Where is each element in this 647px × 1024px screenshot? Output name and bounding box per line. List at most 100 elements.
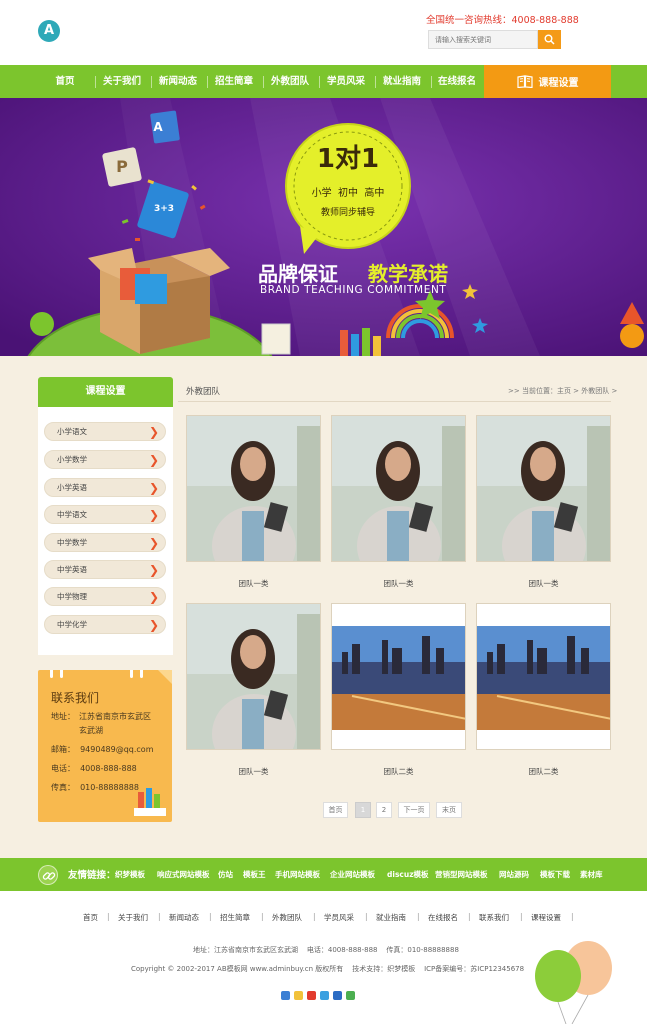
teacher-photo xyxy=(187,604,320,749)
chevron-right-icon: ❯ xyxy=(148,590,159,604)
teacher-photo xyxy=(477,416,610,561)
sidebar-item-primary-english[interactable]: 小学英语 ❯ xyxy=(44,478,166,497)
search-icon xyxy=(544,34,555,45)
nav-home[interactable]: 首页 xyxy=(42,65,88,98)
pagination-page-2[interactable]: 2 xyxy=(376,802,392,818)
team-card-caption[interactable]: 团队二类 xyxy=(476,766,611,777)
chevron-right-icon: ❯ xyxy=(148,563,159,577)
banner-badge-title: 1对1 xyxy=(316,144,380,174)
nav-news[interactable]: 新闻动态 xyxy=(152,65,204,98)
banner-badge-levels: 小学 初中 高中 xyxy=(311,188,385,199)
nav-teachers[interactable]: 外教团队 xyxy=(264,65,316,98)
breadcrumb[interactable]: >> 当前位置：主页 > 外教团队 > xyxy=(508,386,617,396)
friend-link[interactable]: 模板王 xyxy=(243,869,266,880)
nav-students[interactable]: 学员风采 xyxy=(320,65,372,98)
footer-nav-home[interactable]: 首页 xyxy=(83,912,98,923)
friend-link[interactable]: 模板下载 xyxy=(540,869,570,880)
share-renren-icon[interactable] xyxy=(333,991,342,1000)
pagination-page-1[interactable]: 1 xyxy=(355,802,371,818)
pagination-first[interactable]: 首页 xyxy=(323,802,348,818)
share-plus-icon[interactable] xyxy=(281,991,290,1000)
book-a-label: A xyxy=(153,120,163,134)
footer-nav-students[interactable]: 学员风采 xyxy=(324,912,354,923)
sidebar-item-label: 中学数学 xyxy=(57,538,87,547)
chevron-right-icon: ❯ xyxy=(148,508,159,522)
team-card[interactable] xyxy=(476,603,611,750)
sidebar-item-middle-chinese[interactable]: 中学语文 ❯ xyxy=(44,505,166,524)
footer-nav-course[interactable]: 课程设置 xyxy=(531,912,561,923)
nav-course-label: 课程设置 xyxy=(538,78,579,89)
sidebar-item-label: 中学化学 xyxy=(57,620,87,629)
share-wechat-icon[interactable] xyxy=(346,991,355,1000)
book-icon xyxy=(516,75,533,88)
contact-address-line1: 江苏省南京市玄武区 xyxy=(79,712,151,721)
friend-link[interactable]: 素材库 xyxy=(580,869,603,880)
friend-link[interactable]: 响应式网站模板 xyxy=(157,869,210,880)
footer-nav-about[interactable]: 关于我们 xyxy=(118,912,148,923)
banner-slogan-right: 教学承诺 xyxy=(368,262,448,286)
friend-link[interactable]: 织梦模板 xyxy=(115,869,145,880)
footer-nav-contact[interactable]: 联系我们 xyxy=(479,912,509,923)
pagination-last[interactable]: 末页 xyxy=(436,802,462,818)
contact-address-label: 地址： xyxy=(51,712,75,721)
friend-link[interactable]: 营销型网站模板 xyxy=(435,869,488,880)
sidebar-item-middle-chemistry[interactable]: 中学化学 ❯ xyxy=(44,615,166,634)
sidebar-item-label: 中学物理 xyxy=(57,592,87,601)
nav-course-button[interactable]: 课程设置 xyxy=(484,65,611,98)
team-card[interactable] xyxy=(331,415,466,562)
footer-nav-admission[interactable]: 招生简章 xyxy=(220,912,250,923)
share-weibo-icon[interactable] xyxy=(307,991,316,1000)
sidebar-item-label: 小学语文 xyxy=(57,427,87,436)
sidebar-menu: 小学语文 ❯ 小学数学 ❯ 小学英语 ❯ 中学语文 ❯ 中学数学 ❯ 中学英语 ❯ 中学物理… xyxy=(38,407,173,655)
nav-admission[interactable]: 招生简章 xyxy=(208,65,260,98)
team-card-caption[interactable]: 团队二类 xyxy=(331,766,466,777)
team-card-caption[interactable]: 团队一类 xyxy=(476,578,611,589)
team-card[interactable] xyxy=(476,415,611,562)
promo-banner[interactable]: A P 3+3 1对1 小学 初中 高中 教师同步辅导 品牌保证 教学承诺 BR… xyxy=(0,98,647,356)
contact-fax: 传真： 010-88888888 xyxy=(51,783,139,792)
nav-about[interactable]: 关于我们 xyxy=(96,65,148,98)
content-divider xyxy=(178,401,611,402)
nav-signup[interactable]: 在线报名 xyxy=(432,65,482,98)
contact-address-line2: 玄武湖 xyxy=(79,726,103,735)
sidebar-item-middle-english[interactable]: 中学英语 ❯ xyxy=(44,560,166,579)
content-title: 外教团队 xyxy=(186,387,221,397)
team-card[interactable] xyxy=(186,603,321,750)
share-qzone-icon[interactable] xyxy=(294,991,303,1000)
footer-nav-teachers[interactable]: 外教团队 xyxy=(272,912,302,923)
team-card-caption[interactable]: 团队一类 xyxy=(331,578,466,589)
search-button[interactable] xyxy=(538,30,561,49)
sidebar-item-label: 小学英语 xyxy=(57,483,87,492)
sidebar-item-primary-math[interactable]: 小学数学 ❯ xyxy=(44,450,166,469)
team-card[interactable] xyxy=(331,603,466,750)
search-input[interactable] xyxy=(428,30,538,49)
main-nav: 首页 关于我们 新闻动态 招生简章 外教团队 学员风采 就业指南 在线报名 课程… xyxy=(0,65,647,98)
chevron-right-icon: ❯ xyxy=(148,481,159,495)
footer-nav-jobs[interactable]: 就业指南 xyxy=(376,912,406,923)
contact-title: 联系我们 xyxy=(51,691,100,705)
sidebar-item-middle-math[interactable]: 中学数学 ❯ xyxy=(44,533,166,552)
chevron-right-icon: ❯ xyxy=(148,453,159,467)
team-card-caption[interactable]: 团队一类 xyxy=(186,578,321,589)
friend-link[interactable]: 仿站 xyxy=(218,869,233,880)
friend-link[interactable]: 企业网站模板 xyxy=(330,869,375,880)
footer-nav-signup[interactable]: 在线报名 xyxy=(428,912,458,923)
footer-nav-news[interactable]: 新闻动态 xyxy=(169,912,199,923)
friend-link[interactable]: discuz模板 xyxy=(387,869,429,880)
link-icon xyxy=(38,865,58,885)
teacher-photo xyxy=(332,416,465,561)
friend-link[interactable]: 网站源码 xyxy=(499,869,529,880)
team-card-caption[interactable]: 团队一类 xyxy=(186,766,321,777)
book-math-label: 3+3 xyxy=(153,204,175,214)
city-photo xyxy=(477,604,610,749)
sidebar-item-primary-chinese[interactable]: 小学语文 ❯ xyxy=(44,422,166,441)
site-logo[interactable]: A xyxy=(38,20,60,42)
nav-jobs[interactable]: 就业指南 xyxy=(376,65,428,98)
pagination-next[interactable]: 下一页 xyxy=(398,802,430,818)
footer-copyright: Copyright © 2002-2017 AB模板网 www.adminbuy… xyxy=(131,965,525,973)
sidebar-item-middle-physics[interactable]: 中学物理 ❯ xyxy=(44,587,166,606)
share-tencent-icon[interactable] xyxy=(320,991,329,1000)
chevron-right-icon: ❯ xyxy=(148,425,159,439)
team-card[interactable] xyxy=(186,415,321,562)
friend-link[interactable]: 手机网站模板 xyxy=(275,869,320,880)
